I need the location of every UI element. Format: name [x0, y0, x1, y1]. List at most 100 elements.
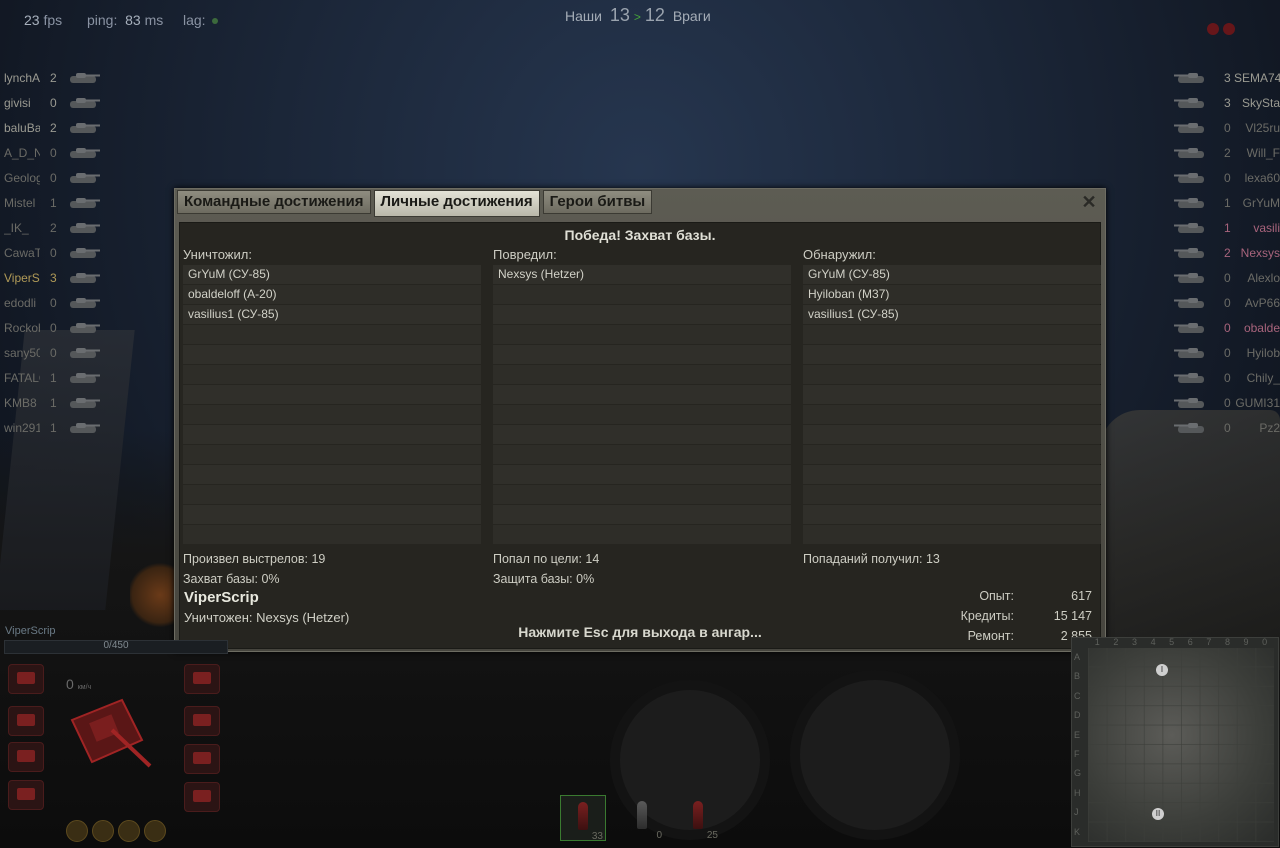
damaged-column: Повредил: Nexsys (Hetzer) [493, 246, 791, 545]
player-frags: 0 [50, 171, 57, 185]
list-item: Hyiloban (M37) [803, 285, 1101, 304]
fuel-tank-icon [184, 664, 220, 694]
player-frags: 0 [1224, 121, 1231, 135]
player-frags: 1 [50, 196, 57, 210]
list-item [803, 445, 1101, 464]
battle-results-dialog: Командные достижения Личные достижения Г… [174, 188, 1106, 652]
list-item [803, 405, 1101, 424]
player-name: sany50 [4, 346, 40, 360]
player-frags: 2 [50, 221, 57, 235]
player-name: KMB8 [4, 396, 37, 410]
team-player-row: Alexlo 0 [1168, 266, 1280, 291]
tank-class-icon [70, 148, 100, 158]
list-item [803, 425, 1101, 444]
minimap-row-label: K [1074, 826, 1081, 837]
score-separator: > [633, 10, 641, 24]
tank-class-icon [1174, 148, 1204, 158]
minimap-grid [1088, 648, 1274, 842]
player-frags: 2 [1224, 146, 1231, 160]
tank-class-icon [1174, 323, 1204, 333]
player-name: GUMI31 [1235, 396, 1280, 410]
tank-class-icon [70, 348, 100, 358]
vehicle-status-panel: ViperScrip 0/450 0 км/ч [0, 620, 230, 848]
list-item [493, 365, 791, 384]
tank-class-icon [1174, 123, 1204, 133]
ammo-slot-1[interactable]: 33 [560, 795, 606, 842]
list-item [183, 325, 481, 344]
minimap-col-label: 6 [1187, 637, 1193, 647]
he-shell-icon [693, 801, 703, 829]
player-name: Rockob [4, 321, 40, 335]
player-name: Nexsys [1240, 246, 1280, 260]
player-frags: 1 [50, 396, 57, 410]
minimap-row-label: E [1074, 729, 1081, 740]
tank-silhouette-icon [70, 698, 152, 768]
minimap-col-label: 7 [1206, 637, 1212, 647]
shots-fired-stat: Произвел выстрелов: 19 [183, 552, 326, 566]
minimap-row-labels: ABCDEFGHJK [1074, 648, 1086, 842]
list-item [803, 325, 1101, 344]
player-name: Chily_ [1246, 371, 1280, 385]
tank-class-icon [70, 248, 100, 258]
results-tabs: Командные достижения Личные достижения Г… [177, 190, 655, 217]
player-name: GrYuM [1242, 196, 1280, 210]
player-frags: 0 [50, 346, 57, 360]
tab-personal-achievements[interactable]: Личные достижения [373, 190, 540, 217]
list-item [803, 365, 1101, 384]
team-player-row: Hyilob 0 [1168, 341, 1280, 366]
team-player-row: Geolog 0 [0, 166, 110, 191]
tank-class-icon [1174, 198, 1204, 208]
ammo-slot-2[interactable]: 0 [620, 795, 664, 841]
player-frags: 0 [1224, 271, 1231, 285]
minimap-col-label: 2 [1113, 637, 1119, 647]
minimap-col-label: 3 [1131, 637, 1137, 647]
damaged-heading: Повредил: [493, 247, 557, 262]
player-name: obalde [1243, 321, 1280, 335]
base-capture-stat: Захват базы: 0% [183, 572, 280, 586]
lag-status-icon [211, 18, 218, 25]
list-item: vasilius1 (СУ-85) [803, 305, 1101, 324]
tab-battle-heroes[interactable]: Герои битвы [542, 190, 653, 214]
player-frags: 3 [1224, 96, 1231, 110]
reward-experience: Опыт: 617 [180, 589, 1100, 605]
team-player-row: ViperS 3 [0, 266, 110, 291]
player-name: vasili [1253, 221, 1280, 235]
tab-team-achievements[interactable]: Командные достижения [177, 190, 371, 214]
destroyed-list: GrYuM (СУ-85) obaldeloff (А-20) vasilius1 … [183, 265, 481, 544]
ammo-slot-3[interactable]: 25 [676, 795, 720, 841]
team-player-row: givisi 0 [0, 91, 110, 116]
reward-label: Опыт: [979, 589, 1014, 603]
minimap[interactable]: 1 2 3 4 5 6 7 8 9 0 ABCDEFGHJK I II [1071, 637, 1279, 847]
player-frags: 0 [50, 146, 57, 160]
player-frags: 0 [1224, 296, 1231, 310]
tank-class-icon [1174, 173, 1204, 183]
close-icon[interactable]: ✕ [1079, 192, 1099, 212]
minimap-col-label: 9 [1243, 637, 1249, 647]
ping-value: 83 [125, 12, 141, 28]
list-item [183, 405, 481, 424]
list-item [803, 345, 1101, 364]
tank-class-icon [70, 273, 100, 283]
list-item: Nexsys (Hetzer) [493, 265, 791, 284]
tank-class-icon [70, 298, 100, 308]
team-player-row: obalde 0 [1168, 316, 1280, 341]
tank-class-icon [70, 323, 100, 333]
list-item [493, 525, 791, 544]
observation-device-icon [184, 706, 220, 736]
list-item [493, 385, 791, 404]
player-name: givisi [4, 96, 31, 110]
player-frags: 1 [1224, 196, 1231, 210]
minimap-row-label: G [1074, 768, 1082, 779]
tank-class-icon [70, 423, 100, 433]
tank-class-icon [70, 373, 100, 383]
hits-received-stat: Попаданий получил: 13 [803, 552, 940, 566]
player-name: baluBa [4, 121, 40, 135]
battle-result-title: Победа! Захват базы. [564, 227, 716, 243]
left-track-icon [184, 744, 220, 774]
right-track-icon [184, 782, 220, 812]
list-item [183, 525, 481, 544]
player-frags: 1 [50, 371, 57, 385]
player-frags: 0 [1224, 371, 1231, 385]
tank-class-icon [70, 398, 100, 408]
tank-class-icon [70, 173, 100, 183]
